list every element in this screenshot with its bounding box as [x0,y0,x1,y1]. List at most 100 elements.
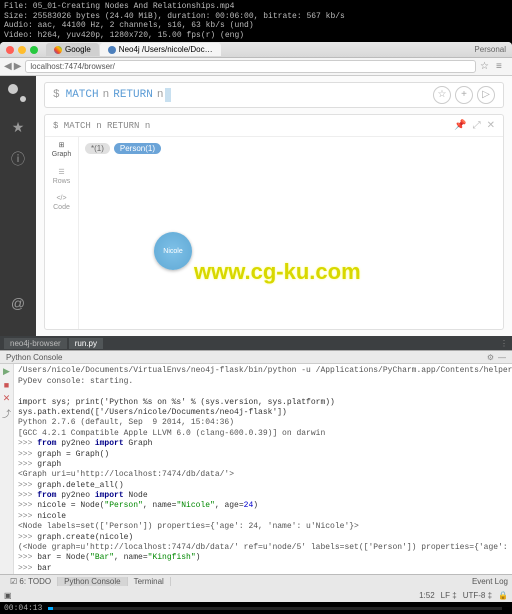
google-favicon-icon [54,46,62,54]
encoding[interactable]: UTF-8 ‡ [463,591,492,600]
close-window[interactable] [6,46,14,54]
cypher-editor[interactable]: $ MATCH n RETURN n ☆ + ▷ [44,82,504,108]
result-panel: $ MATCH n RETURN n 📌 ⤢ ✕ ⊞ Graph [44,114,504,330]
url-input[interactable]: localhost:7474/browser/ [25,60,476,73]
tool-tabs: ☑ 6: TODO Python Console Terminal [4,577,171,586]
add-button[interactable]: + [455,86,473,104]
view-label: Graph [52,151,71,158]
window-controls [6,46,38,54]
label-person[interactable]: Person(1) [114,143,161,154]
prompt: $ [53,89,60,101]
line-ending[interactable]: LF ‡ [441,591,457,600]
tab-google[interactable]: Google [46,43,99,56]
titlebar: Google Neo4j /Users/nicole/Doc… Personal [0,42,512,58]
console-output[interactable]: /Users/nicole/Documents/VirtualEnvs/neo4… [14,364,512,574]
neo4j-favicon-icon [108,46,116,54]
neo4j-logo-icon[interactable] [8,84,28,104]
console-header: Python Console ⚙ — [0,350,512,364]
python-console-tab[interactable]: Python Console [58,577,127,586]
result-body: ⊞ Graph ☰ Rows </> Code [45,137,503,329]
result-header: $ MATCH n RETURN n 📌 ⤢ ✕ [45,115,503,137]
star-icon[interactable]: ☆ [480,61,492,73]
close-icon[interactable]: ✕ [3,393,11,404]
label-pills: *(1) Person(1) [85,143,161,154]
rerun-icon[interactable]: ▶ [3,366,10,377]
return-kw: RETURN [113,89,153,101]
editor-tab-browser[interactable]: neo4j-browser [4,338,67,349]
console-gutter: ▶ ■ ✕ ⤴ [0,364,14,574]
graph-icon: ⊞ [59,141,65,149]
gear-icon[interactable]: ⚙ [487,353,494,362]
view-graph[interactable]: ⊞ Graph [45,141,78,158]
match-kw: MATCH [66,89,99,101]
graph-node-nicole[interactable]: Nicole [154,232,192,270]
var-n: n [157,89,164,101]
plus-icon: + [461,90,467,101]
play-icon: ▷ [482,89,490,101]
editor-tab-menu[interactable]: ⋮ [500,339,508,348]
stop-icon[interactable]: ■ [4,380,9,390]
var-n: n [103,89,110,101]
address-bar: ◀ ▶ localhost:7474/browser/ ☆ ≡ [0,58,512,76]
watermark: www.cg-ku.com [194,259,361,285]
event-log[interactable]: Event Log [472,577,508,586]
console-title: Python Console [6,353,62,362]
result-query: $ MATCH n RETURN n [53,121,150,131]
run-button[interactable]: ▷ [477,86,495,104]
scrub-progress [48,607,53,610]
graph-canvas[interactable]: *(1) Person(1) Nicole www.cg-ku.com [79,137,503,329]
at-icon[interactable]: @ [9,294,27,312]
video-audio: Audio: aac, 44100 Hz, 2 channels, s16, 6… [4,21,508,31]
minimize-icon[interactable]: — [498,353,506,362]
browser-window: Google Neo4j /Users/nicole/Doc… Personal… [0,42,512,336]
cursor-position: 1:52 [419,591,435,600]
ide-statusbar: ☑ 6: TODO Python Console Terminal Event … [0,574,512,588]
tab-neo4j[interactable]: Neo4j /Users/nicole/Doc… [100,43,221,56]
debug-icon[interactable]: ⤴ [2,407,11,420]
ide-statusbar-2: ▣ 1:52 LF ‡ UTF-8 ‡ 🔒 [0,588,512,602]
maximize-window[interactable] [30,46,38,54]
profile-label[interactable]: Personal [474,45,506,54]
pin-icon[interactable]: 📌 [454,120,466,132]
editor-tab-run[interactable]: run.py [69,338,103,349]
video-video: Video: h264, yuv420p, 1280x720, 15.00 fp… [4,31,508,41]
scrubber[interactable] [48,607,502,610]
code-icon: </> [56,195,66,202]
favorite-button[interactable]: ☆ [433,86,451,104]
menu-icon[interactable]: ≡ [496,61,508,73]
toolbar-icons: ☆ ≡ [480,61,508,73]
tool-window-icon[interactable]: ▣ [4,591,12,600]
expand-icon[interactable]: ⤢ [473,120,481,132]
status-left: ☑ 6: TODO Python Console Terminal [4,577,171,586]
url-text: localhost:7474/browser/ [30,62,115,71]
info-icon[interactable]: ⓘ [9,150,27,168]
view-rows[interactable]: ☰ Rows [45,168,78,185]
tab-label: Neo4j /Users/nicole/Doc… [119,45,213,54]
browser-tabs: Google Neo4j /Users/nicole/Doc… [46,43,221,56]
label-all[interactable]: *(1) [85,143,110,154]
rows-icon: ☰ [58,168,64,176]
tab-label: Google [65,45,91,54]
view-code[interactable]: </> Code [45,195,78,211]
view-label: Code [53,204,70,211]
lock-icon[interactable]: 🔒 [498,591,508,600]
kebab-icon: ⋮ [500,339,508,348]
favorites-icon[interactable]: ★ [9,118,27,136]
view-label: Rows [53,178,71,185]
todo-tab[interactable]: ☑ 6: TODO [4,577,58,586]
node-label: Nicole [163,248,182,255]
view-tabs: ⊞ Graph ☰ Rows </> Code [45,137,79,329]
result-header-icons: 📌 ⤢ ✕ [454,120,495,132]
star-icon: ☆ [438,89,447,101]
minimize-window[interactable] [18,46,26,54]
nav-arrows: ◀ ▶ [4,61,21,72]
forward-button[interactable]: ▶ [14,61,22,72]
status-right-2: 1:52 LF ‡ UTF-8 ‡ 🔒 [419,591,508,600]
terminal-tab[interactable]: Terminal [128,577,171,586]
back-button[interactable]: ◀ [4,61,12,72]
video-size: Size: 25583026 bytes (24.40 MiB), durati… [4,12,508,22]
video-info-overlay: File: 05_01-Creating Nodes And Relations… [0,0,512,42]
ide-editor-tabs: neo4j-browser run.py ⋮ [0,336,512,350]
console-body: ▶ ■ ✕ ⤴ /Users/nicole/Documents/VirtualE… [0,364,512,574]
close-icon[interactable]: ✕ [487,120,495,132]
